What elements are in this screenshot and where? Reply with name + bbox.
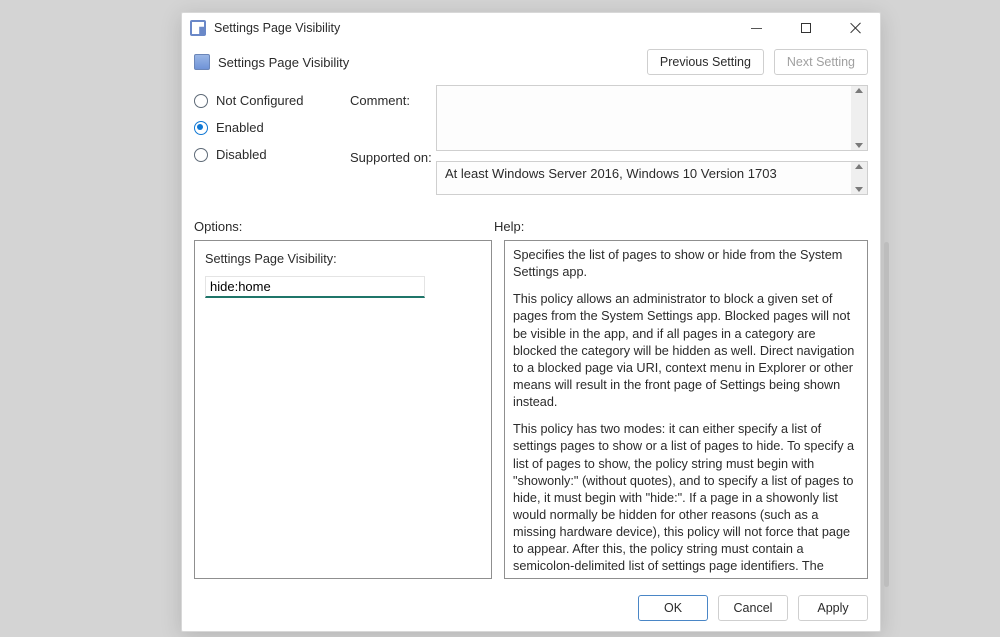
cancel-button[interactable]: Cancel	[718, 595, 788, 621]
help-text: Specifies the list of pages to show or h…	[513, 247, 857, 281]
window-title: Settings Page Visibility	[214, 21, 340, 35]
scroll-down-icon	[855, 187, 863, 192]
radio-icon	[194, 148, 208, 162]
close-button[interactable]	[842, 15, 870, 41]
comment-field[interactable]	[436, 85, 868, 151]
close-icon	[850, 22, 862, 34]
radio-icon	[194, 94, 208, 108]
minimize-button[interactable]	[742, 15, 770, 41]
previous-setting-button[interactable]: Previous Setting	[647, 49, 764, 75]
help-scrollbar[interactable]	[884, 242, 889, 587]
help-label: Help:	[494, 219, 524, 234]
scroll-down-icon	[855, 143, 863, 148]
supported-on-text: At least Windows Server 2016, Windows 10…	[445, 166, 777, 181]
ok-button[interactable]: OK	[638, 595, 708, 621]
supported-on-label: Supported on:	[350, 150, 430, 165]
next-setting-button: Next Setting	[774, 49, 868, 75]
scrollbar[interactable]	[851, 162, 867, 194]
settings-page-visibility-input[interactable]	[205, 276, 425, 298]
help-panel: Specifies the list of pages to show or h…	[504, 240, 868, 579]
radio-icon	[194, 121, 208, 135]
state-radio-group: Not Configured Enabled Disabled	[194, 85, 344, 195]
options-label: Options:	[194, 219, 494, 234]
maximize-button[interactable]	[792, 15, 820, 41]
supported-on-field: At least Windows Server 2016, Windows 10…	[436, 161, 868, 195]
comment-label: Comment:	[350, 93, 430, 108]
header-row: Settings Page Visibility Previous Settin…	[182, 43, 880, 85]
scroll-up-icon	[855, 164, 863, 169]
help-text: This policy has two modes: it can either…	[513, 421, 857, 579]
radio-label: Enabled	[216, 120, 264, 135]
caption-controls	[742, 15, 880, 41]
scroll-up-icon	[855, 88, 863, 93]
header-title: Settings Page Visibility	[218, 55, 349, 70]
app-icon	[190, 20, 206, 36]
scrollbar[interactable]	[851, 86, 867, 150]
dialog-footer: OK Cancel Apply	[182, 589, 880, 631]
policy-icon	[194, 54, 210, 70]
dialog-window: Settings Page Visibility Settings Page V…	[181, 12, 881, 632]
radio-not-configured[interactable]: Not Configured	[194, 93, 344, 108]
radio-enabled[interactable]: Enabled	[194, 120, 344, 135]
radio-label: Disabled	[216, 147, 267, 162]
options-panel: Settings Page Visibility:	[194, 240, 492, 579]
radio-disabled[interactable]: Disabled	[194, 147, 344, 162]
radio-label: Not Configured	[216, 93, 303, 108]
section-labels: Options: Help:	[182, 203, 880, 240]
options-field-label: Settings Page Visibility:	[205, 251, 481, 268]
policy-body: Not Configured Enabled Disabled Comment:…	[182, 85, 880, 203]
apply-button[interactable]: Apply	[798, 595, 868, 621]
help-text: This policy allows an administrator to b…	[513, 291, 857, 411]
title-bar: Settings Page Visibility	[182, 13, 880, 43]
maximize-icon	[801, 23, 811, 33]
minimize-icon	[751, 28, 762, 29]
panels: Settings Page Visibility: Specifies the …	[182, 240, 880, 589]
